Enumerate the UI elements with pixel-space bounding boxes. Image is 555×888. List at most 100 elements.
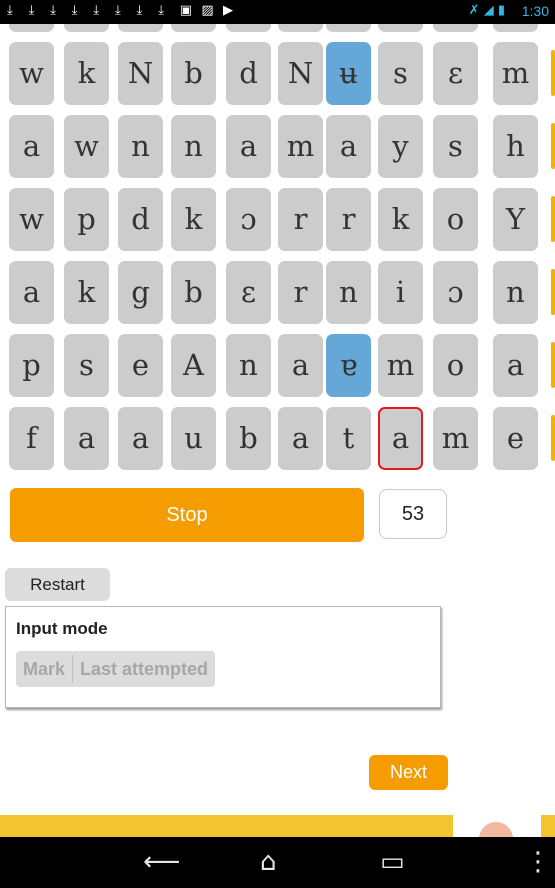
- letter-tile-partial: [171, 24, 216, 32]
- letter-tile[interactable]: r: [326, 188, 371, 251]
- letter-tile[interactable]: r: [278, 188, 323, 251]
- letter-tile[interactable]: N: [278, 42, 323, 105]
- letter-tile[interactable]: w: [64, 115, 109, 178]
- letter-tile[interactable]: p: [9, 334, 54, 397]
- letter-tile[interactable]: ɛ: [226, 261, 271, 324]
- letter-tile[interactable]: N: [118, 42, 163, 105]
- back-icon[interactable]: ⟵: [143, 847, 180, 877]
- letter-tile[interactable]: s: [378, 42, 423, 105]
- letter-tile[interactable]: a: [118, 407, 163, 470]
- letter-tile[interactable]: o: [433, 334, 478, 397]
- letter-tile[interactable]: u: [171, 407, 216, 470]
- clock: 1:30: [521, 3, 549, 19]
- letter-tile[interactable]: s: [433, 115, 478, 178]
- download-icon: ⤓: [158, 3, 164, 18]
- grid-edge-tile: [551, 269, 555, 315]
- letter-tile[interactable]: h: [493, 115, 538, 178]
- grid-edge-tile: [551, 415, 555, 461]
- letter-tile[interactable]: a: [493, 334, 538, 397]
- letter-tile[interactable]: k: [378, 188, 423, 251]
- letter-tile[interactable]: n: [118, 115, 163, 178]
- letter-tile-partial: [226, 24, 271, 32]
- letter-tile[interactable]: b: [171, 261, 216, 324]
- letter-tile[interactable]: ɔ: [433, 261, 478, 324]
- letter-tile[interactable]: n: [226, 334, 271, 397]
- letter-tile[interactable]: d: [226, 42, 271, 105]
- letter-tile[interactable]: b: [171, 42, 216, 105]
- letter-tile[interactable]: n: [326, 261, 371, 324]
- letter-tile[interactable]: p: [64, 188, 109, 251]
- letter-tile-partial: [278, 24, 323, 32]
- next-button[interactable]: Next: [369, 755, 448, 790]
- letter-tile[interactable]: t: [326, 407, 371, 470]
- letter-tile[interactable]: A: [171, 334, 216, 397]
- app-logo-icon: [479, 822, 513, 837]
- letter-tile-partial: [64, 24, 109, 32]
- letter-tile[interactable]: a: [278, 407, 323, 470]
- letter-grid: wkNbdNʉsɛmawnnamayshwpdkɔrrkoYakgbɛrniɔn…: [0, 24, 555, 476]
- status-bar: ⤓ ⤓ ⤓ ⤓ ⤓ ⤓ ⤓ ⤓ ▣ ▨ ▶ ✗ ◢ ▮ 1:30: [0, 0, 555, 24]
- letter-tile-partial: [493, 24, 538, 32]
- download-icon: ⤓: [7, 3, 13, 18]
- download-icon: ⤓: [71, 3, 78, 18]
- letter-tile-partial: [118, 24, 163, 32]
- mute-icon: ✗: [468, 3, 480, 18]
- letter-tile[interactable]: n: [493, 261, 538, 324]
- letter-tile[interactable]: f: [9, 407, 54, 470]
- letter-tile[interactable]: n: [171, 115, 216, 178]
- letter-tile[interactable]: s: [64, 334, 109, 397]
- footer-logo-card[interactable]: [453, 810, 541, 837]
- input-mode-last-attempted-option[interactable]: Last attempted: [73, 651, 215, 687]
- grid-edge-tile: [551, 196, 555, 242]
- recents-icon[interactable]: ▭: [380, 847, 405, 877]
- image-icon: ▨: [201, 3, 214, 18]
- letter-tile[interactable]: a: [9, 115, 54, 178]
- letter-tile[interactable]: ɛ: [433, 42, 478, 105]
- letter-tile[interactable]: a: [64, 407, 109, 470]
- letter-tile[interactable]: k: [64, 42, 109, 105]
- letter-tile[interactable]: ɔ: [226, 188, 271, 251]
- sd-card-icon: ▣: [179, 3, 193, 18]
- letter-tile[interactable]: Y: [493, 188, 538, 251]
- letter-tile-partial: [326, 24, 371, 32]
- letter-tile[interactable]: d: [118, 188, 163, 251]
- restart-button[interactable]: Restart: [5, 568, 110, 601]
- letter-tile[interactable]: m: [278, 115, 323, 178]
- letter-tile[interactable]: r: [278, 261, 323, 324]
- letter-tile[interactable]: k: [171, 188, 216, 251]
- download-icon: ⤓: [136, 3, 143, 18]
- letter-tile[interactable]: ʉ: [326, 42, 371, 105]
- letter-tile[interactable]: m: [433, 407, 478, 470]
- navigation-bar: ⟵ ⌂ ▭ ⋮: [0, 837, 555, 888]
- letter-tile[interactable]: a: [226, 115, 271, 178]
- letter-tile[interactable]: o: [433, 188, 478, 251]
- input-mode-mark-option[interactable]: Mark: [16, 651, 72, 687]
- letter-tile-partial: [433, 24, 478, 32]
- letter-tile[interactable]: a: [326, 115, 371, 178]
- letter-tile-partial: [9, 24, 54, 32]
- letter-tile[interactable]: k: [64, 261, 109, 324]
- home-icon[interactable]: ⌂: [260, 847, 277, 877]
- letter-tile[interactable]: e: [493, 407, 538, 470]
- letter-tile[interactable]: a: [9, 261, 54, 324]
- letter-tile[interactable]: y: [378, 115, 423, 178]
- letter-tile[interactable]: ɐ: [326, 334, 371, 397]
- letter-tile[interactable]: w: [9, 42, 54, 105]
- letter-tile[interactable]: m: [378, 334, 423, 397]
- letter-tile[interactable]: a: [278, 334, 323, 397]
- download-icon: ⤓: [93, 3, 100, 18]
- input-mode-title: Input mode: [16, 619, 108, 638]
- letter-tile[interactable]: g: [118, 261, 163, 324]
- counter-display: 53: [379, 489, 447, 539]
- letter-tile[interactable]: i: [378, 261, 423, 324]
- download-icon: ⤓: [28, 3, 35, 18]
- letter-tile[interactable]: m: [493, 42, 538, 105]
- letter-tile[interactable]: e: [118, 334, 163, 397]
- letter-tile[interactable]: a: [378, 407, 423, 470]
- letter-tile[interactable]: w: [9, 188, 54, 251]
- grid-edge-tile: [551, 342, 555, 388]
- stop-button[interactable]: Stop: [10, 488, 364, 542]
- letter-tile[interactable]: b: [226, 407, 271, 470]
- menu-icon[interactable]: ⋮: [525, 847, 551, 877]
- grid-edge-tile: [551, 50, 555, 96]
